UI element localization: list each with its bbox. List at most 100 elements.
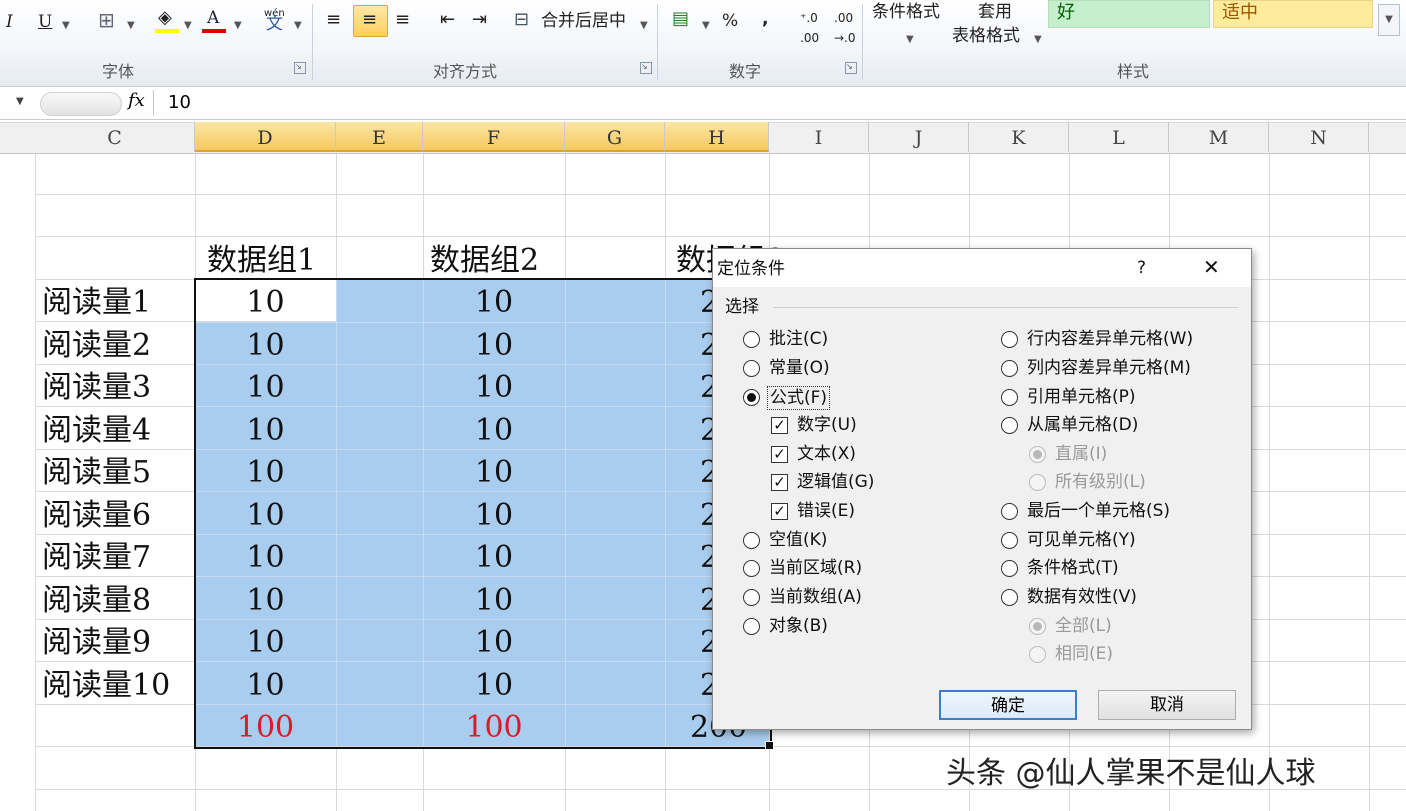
col-header-m[interactable]: M [1169, 122, 1269, 152]
cell-d[interactable]: 10 [195, 325, 336, 367]
cell-f[interactable]: 10 [423, 580, 565, 622]
italic-button[interactable]: I [6, 12, 13, 32]
border-dropdown-icon[interactable]: ▼ [127, 16, 135, 36]
option-blanks[interactable]: 空值(K) [769, 529, 827, 551]
radio-column-differences[interactable] [1001, 360, 1018, 377]
underline-button[interactable]: U [38, 12, 52, 32]
radio-precedents[interactable] [1001, 389, 1018, 406]
option-last-cell[interactable]: 最后一个单元格(S) [1027, 500, 1170, 522]
check-numbers[interactable]: ✓ [771, 417, 788, 434]
dialog-title-bar[interactable]: 定位条件 ? ✕ [713, 249, 1251, 287]
row-label[interactable]: 阅读量3 [42, 367, 151, 409]
namebox-dropdown-icon[interactable]: ▼ [16, 96, 24, 107]
cell-f[interactable]: 10 [423, 325, 565, 367]
col-header-k[interactable]: K [969, 122, 1069, 152]
cell-d[interactable]: 10 [195, 452, 336, 494]
radio-dependents[interactable] [1001, 417, 1018, 434]
phonetic-dropdown-icon[interactable]: ▼ [294, 16, 302, 36]
option-constants[interactable]: 常量(O) [769, 357, 830, 379]
total-f[interactable]: 100 [423, 707, 565, 749]
cell-f[interactable]: 10 [423, 452, 565, 494]
border-icon[interactable]: ⊞ [98, 10, 115, 30]
col-header-j[interactable]: J [869, 122, 969, 152]
align-left-icon[interactable]: ≡ [326, 10, 341, 30]
decrease-decimal-icon[interactable]: .00 →.0 [834, 8, 856, 48]
font-color-icon[interactable]: A [207, 8, 219, 28]
cell-f[interactable]: 10 [423, 495, 565, 537]
cell-d[interactable]: 10 [195, 665, 336, 707]
go-to-special-dialog[interactable]: 定位条件 ? ✕ 选择 批注(C) 常量(O) 公式(F) ✓ 数字(U) ✓ … [712, 248, 1252, 730]
cell-f[interactable]: 10 [423, 537, 565, 579]
option-precedents[interactable]: 引用单元格(P) [1027, 386, 1136, 408]
cell-f[interactable]: 10 [423, 282, 565, 324]
option-formulas[interactable]: 公式(F) [767, 386, 831, 410]
style-good[interactable]: 好 [1048, 0, 1210, 28]
radio-objects[interactable] [743, 618, 760, 635]
cell-d[interactable]: 10 [195, 622, 336, 664]
option-dependents[interactable]: 从属单元格(D) [1027, 414, 1138, 436]
merge-center-button[interactable]: 合并后居中 [541, 11, 626, 31]
table-format-dropdown-icon[interactable]: ▼ [1034, 30, 1042, 50]
row-label[interactable]: 阅读量6 [42, 495, 151, 537]
decrease-indent-icon[interactable]: ⇤ [440, 10, 455, 30]
table-format-line1[interactable]: 套用 [978, 2, 1012, 22]
option-text[interactable]: 文本(X) [797, 443, 856, 465]
cell-f[interactable]: 10 [423, 665, 565, 707]
radio-current-array[interactable] [743, 589, 760, 606]
cell-d[interactable]: 10 [195, 282, 336, 324]
comma-button[interactable]: , [762, 9, 768, 29]
col-header-g[interactable]: G [565, 122, 665, 152]
conditional-format-dropdown-icon[interactable]: ▼ [906, 30, 914, 50]
option-errors[interactable]: 错误(E) [797, 500, 855, 522]
cancel-button[interactable]: 取消 [1098, 690, 1236, 720]
check-text[interactable]: ✓ [771, 446, 788, 463]
col-header-i[interactable]: I [769, 122, 869, 152]
radio-visible-cells[interactable] [1001, 532, 1018, 549]
header-group2[interactable]: 数据组2 [430, 240, 539, 282]
cell-d[interactable]: 10 [195, 537, 336, 579]
col-header-f[interactable]: F [423, 122, 565, 152]
row-label[interactable]: 阅读量5 [42, 452, 151, 494]
col-header-h[interactable]: H [665, 122, 769, 152]
formula-input[interactable]: 10 [168, 92, 191, 113]
option-conditional-formats[interactable]: 条件格式(T) [1027, 557, 1119, 579]
option-logicals[interactable]: 逻辑值(G) [797, 471, 874, 493]
radio-last-cell[interactable] [1001, 503, 1018, 520]
radio-current-region[interactable] [743, 560, 760, 577]
col-header-l[interactable]: L [1069, 122, 1169, 152]
fill-color-icon[interactable]: ◈ [158, 8, 172, 28]
style-neutral[interactable]: 适中 [1213, 0, 1373, 28]
option-comments[interactable]: 批注(C) [769, 328, 828, 350]
col-header-c[interactable]: C [35, 122, 195, 152]
total-d[interactable]: 100 [195, 707, 336, 749]
increase-indent-icon[interactable]: ⇥ [472, 10, 487, 30]
radio-conditional-formats[interactable] [1001, 560, 1018, 577]
align-right-icon[interactable]: ≡ [395, 10, 410, 30]
cell-d[interactable]: 10 [195, 495, 336, 537]
conditional-format-button[interactable]: 条件格式 [872, 2, 940, 22]
col-header-e[interactable]: E [336, 122, 423, 152]
font-color-dropdown-icon[interactable]: ▼ [234, 16, 242, 36]
check-errors[interactable]: ✓ [771, 503, 788, 520]
row-label[interactable]: 阅读量7 [42, 537, 151, 579]
accounting-dropdown-icon[interactable]: ▼ [702, 16, 710, 36]
cell-f[interactable]: 10 [423, 622, 565, 664]
fill-handle[interactable] [765, 741, 774, 750]
merge-dropdown-icon[interactable]: ▼ [640, 16, 648, 36]
row-label[interactable]: 阅读量10 [42, 665, 170, 707]
option-current-region[interactable]: 当前区域(R) [769, 557, 862, 579]
underline-dropdown-icon[interactable]: ▼ [62, 16, 70, 36]
merge-center-icon[interactable]: ⊟ [514, 10, 529, 30]
option-column-differences[interactable]: 列内容差异单元格(M) [1027, 357, 1191, 379]
radio-constants[interactable] [743, 360, 760, 377]
option-current-array[interactable]: 当前数组(A) [769, 586, 862, 608]
font-dialog-launcher-icon[interactable]: ↘ [294, 62, 306, 74]
option-numbers[interactable]: 数字(U) [797, 414, 857, 436]
number-dialog-launcher-icon[interactable]: ↘ [845, 62, 857, 74]
option-objects[interactable]: 对象(B) [769, 615, 828, 637]
row-label[interactable]: 阅读量4 [42, 410, 151, 452]
align-center-button[interactable]: ≡ [353, 5, 388, 37]
radio-row-differences[interactable] [1001, 331, 1018, 348]
row-label[interactable]: 阅读量9 [42, 622, 151, 664]
radio-formulas[interactable] [743, 389, 760, 406]
